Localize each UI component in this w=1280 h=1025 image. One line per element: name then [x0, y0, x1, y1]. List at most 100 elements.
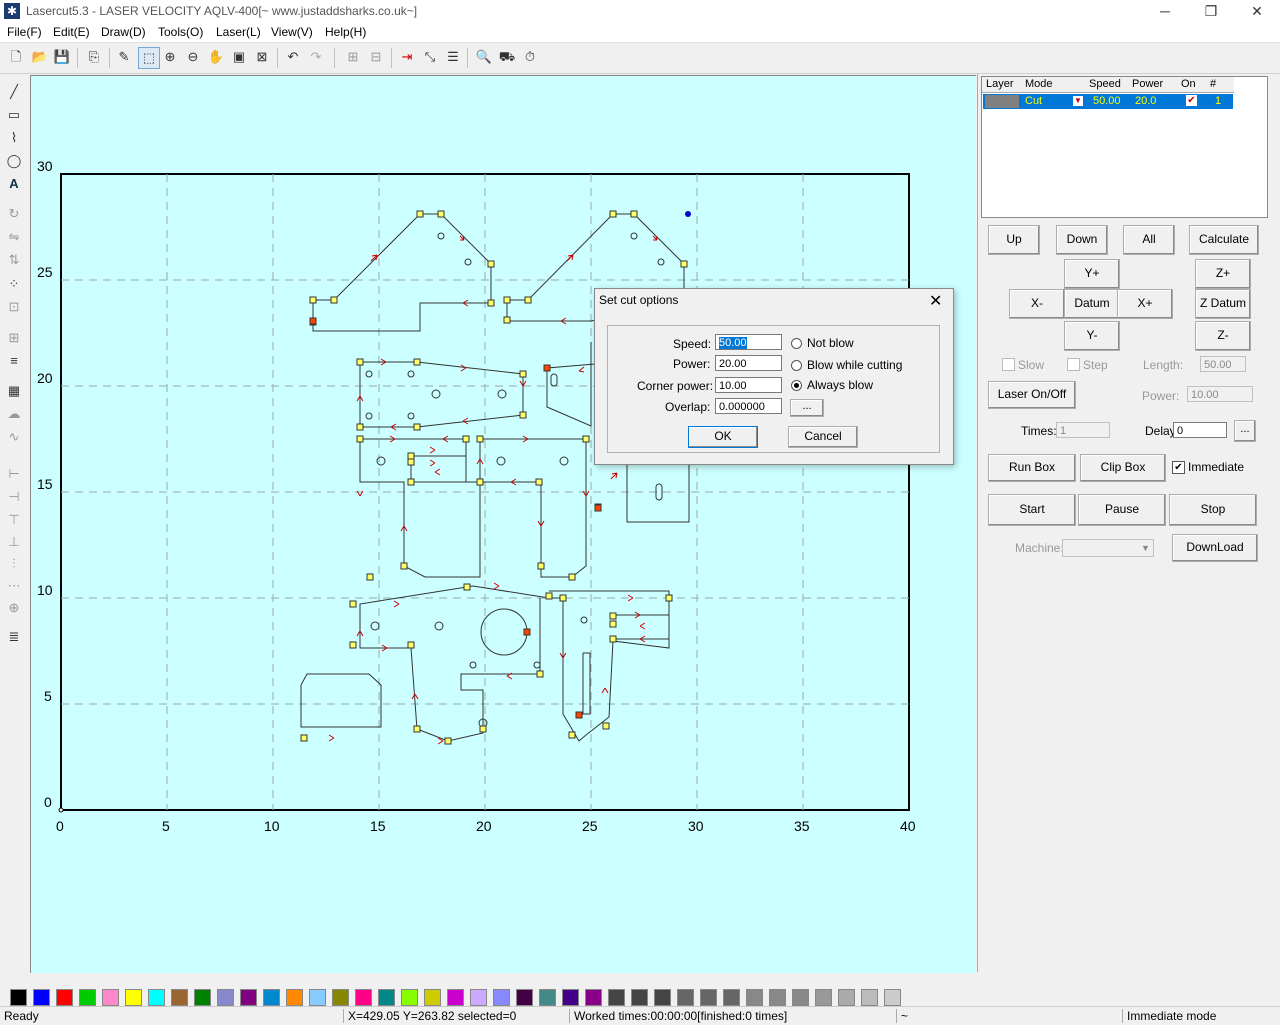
color-swatch[interactable] [585, 989, 602, 1006]
y-minus-button[interactable]: Y- [1064, 321, 1120, 351]
color-swatch[interactable] [815, 989, 832, 1006]
color-swatch[interactable] [217, 989, 234, 1006]
calculate-button[interactable]: Calculate [1189, 225, 1259, 255]
color-swatch[interactable] [838, 989, 855, 1006]
col-num[interactable]: # [1210, 78, 1216, 90]
align-center-h-icon[interactable]: ⫶ [4, 554, 24, 574]
layer-power[interactable]: 20.0 [1135, 95, 1156, 107]
select-icon[interactable]: ⬚ [138, 47, 160, 69]
always-blow-radio[interactable] [791, 380, 802, 391]
color-swatch[interactable] [516, 989, 533, 1006]
overlap-more-button[interactable]: ... [790, 399, 824, 417]
sort-icon[interactable]: ☰ [443, 47, 463, 67]
polyline-tool-icon[interactable]: ⌇ [4, 128, 24, 148]
color-swatch[interactable] [677, 989, 694, 1006]
color-swatch[interactable] [171, 989, 188, 1006]
color-swatch[interactable] [447, 989, 464, 1006]
download-button[interactable]: DownLoad [1172, 534, 1258, 562]
layer-on-checkbox[interactable]: ✔ [1186, 95, 1197, 106]
ok-button[interactable]: OK [688, 426, 758, 448]
drawing-canvas[interactable]: 0 5 10 15 20 25 30 35 40 0 5 10 15 20 25… [30, 75, 976, 973]
align-bottom-icon[interactable]: ⊥ [4, 532, 24, 552]
color-swatch[interactable] [424, 989, 441, 1006]
mirror-h-icon[interactable]: ⇋ [4, 227, 24, 247]
color-swatch[interactable] [286, 989, 303, 1006]
not-blow-radio[interactable] [791, 338, 802, 349]
menu-file[interactable]: File(F) [7, 25, 42, 39]
save-icon[interactable]: 💾 [52, 47, 72, 67]
laser-power-field[interactable]: 10.00 [1187, 386, 1253, 402]
mode-dropdown-icon[interactable]: ▼ [1073, 96, 1083, 106]
cut-direction-icon[interactable]: ⇥ [397, 47, 417, 67]
rotate-tool-icon[interactable]: ↻ [4, 204, 24, 224]
color-swatch[interactable] [769, 989, 786, 1006]
cancel-button[interactable]: Cancel [788, 426, 858, 448]
col-mode[interactable]: Mode [1025, 78, 1053, 90]
color-swatch[interactable] [723, 989, 740, 1006]
menu-help[interactable]: Help(H) [325, 25, 366, 39]
path-icon[interactable]: ⛟ [497, 47, 517, 67]
color-swatch[interactable] [309, 989, 326, 1006]
color-swatch[interactable] [332, 989, 349, 1006]
mirror-v-icon[interactable]: ⇅ [4, 250, 24, 270]
datum-button[interactable]: Datum [1064, 289, 1120, 319]
align-top-icon[interactable]: ⊤ [4, 510, 24, 530]
cloud-tool-icon[interactable]: ☁ [4, 404, 24, 424]
step-checkbox[interactable] [1067, 358, 1080, 371]
stop-button[interactable]: Stop [1169, 494, 1257, 526]
align-left-icon[interactable]: ⊢ [4, 464, 24, 484]
pause-button[interactable]: Pause [1078, 494, 1166, 526]
import-icon[interactable]: ⎘ [84, 47, 104, 67]
color-swatch[interactable] [378, 989, 395, 1006]
blow-while-cutting-radio[interactable] [791, 360, 802, 371]
align-right-icon[interactable]: ⊣ [4, 487, 24, 507]
menu-draw[interactable]: Draw(D) [101, 25, 146, 39]
zoom-in-icon[interactable]: ⊕ [160, 47, 180, 67]
up-button[interactable]: Up [988, 225, 1040, 255]
timer-icon[interactable]: ⏱ [520, 47, 540, 67]
minimize-button[interactable]: ─ [1142, 0, 1188, 22]
color-swatch[interactable] [263, 989, 280, 1006]
start-button[interactable]: Start [988, 494, 1076, 526]
menu-laser[interactable]: Laser(L) [216, 25, 261, 39]
all-button[interactable]: All [1123, 225, 1175, 255]
layer-row[interactable]: Cut ▼ 50.00 20.0 ✔ 1 [983, 94, 1233, 109]
color-swatch[interactable] [861, 989, 878, 1006]
layer-mode[interactable]: Cut [1025, 95, 1042, 107]
layer-speed[interactable]: 50.00 [1093, 95, 1121, 107]
line-order-icon[interactable]: ⤡ [420, 47, 440, 67]
laser-on-off-button[interactable]: Laser On/Off [988, 381, 1076, 409]
color-swatch[interactable] [401, 989, 418, 1006]
immediate-checkbox[interactable]: ✔ [1172, 461, 1185, 474]
close-button[interactable]: ✕ [1234, 0, 1280, 22]
color-swatch[interactable] [700, 989, 717, 1006]
open-file-icon[interactable]: 📂 [30, 47, 50, 67]
size-tool-icon[interactable]: ⊡ [4, 297, 24, 317]
color-swatch[interactable] [792, 989, 809, 1006]
preview-icon[interactable]: 🔍 [474, 47, 494, 67]
color-swatch[interactable] [33, 989, 50, 1006]
slow-checkbox[interactable] [1002, 358, 1015, 371]
menu-tools[interactable]: Tools(O) [158, 25, 203, 39]
power-input[interactable]: 20.00 [715, 355, 782, 371]
rectangle-tool-icon[interactable]: ▭ [4, 105, 24, 125]
curve-tool-icon[interactable]: ∿ [4, 427, 24, 447]
z-minus-button[interactable]: Z- [1195, 321, 1251, 351]
pan-hand-icon[interactable]: ✋ [206, 47, 226, 67]
z-plus-button[interactable]: Z+ [1195, 259, 1251, 289]
restore-button[interactable]: ❐ [1188, 0, 1234, 22]
align-center-v-icon[interactable]: ⋯ [4, 576, 24, 596]
text-tool-icon[interactable]: A [4, 174, 24, 194]
menu-edit[interactable]: Edit(E) [53, 25, 90, 39]
color-swatch[interactable] [631, 989, 648, 1006]
color-swatch[interactable] [240, 989, 257, 1006]
delay-more-button[interactable]: ... [1234, 420, 1256, 442]
color-swatch[interactable] [194, 989, 211, 1006]
x-plus-button[interactable]: X+ [1117, 289, 1173, 319]
color-swatch[interactable] [56, 989, 73, 1006]
color-swatch[interactable] [608, 989, 625, 1006]
color-swatch[interactable] [654, 989, 671, 1006]
array-tool-icon[interactable]: ⊞ [4, 328, 24, 348]
col-layer[interactable]: Layer [986, 78, 1014, 90]
color-swatch[interactable] [355, 989, 372, 1006]
